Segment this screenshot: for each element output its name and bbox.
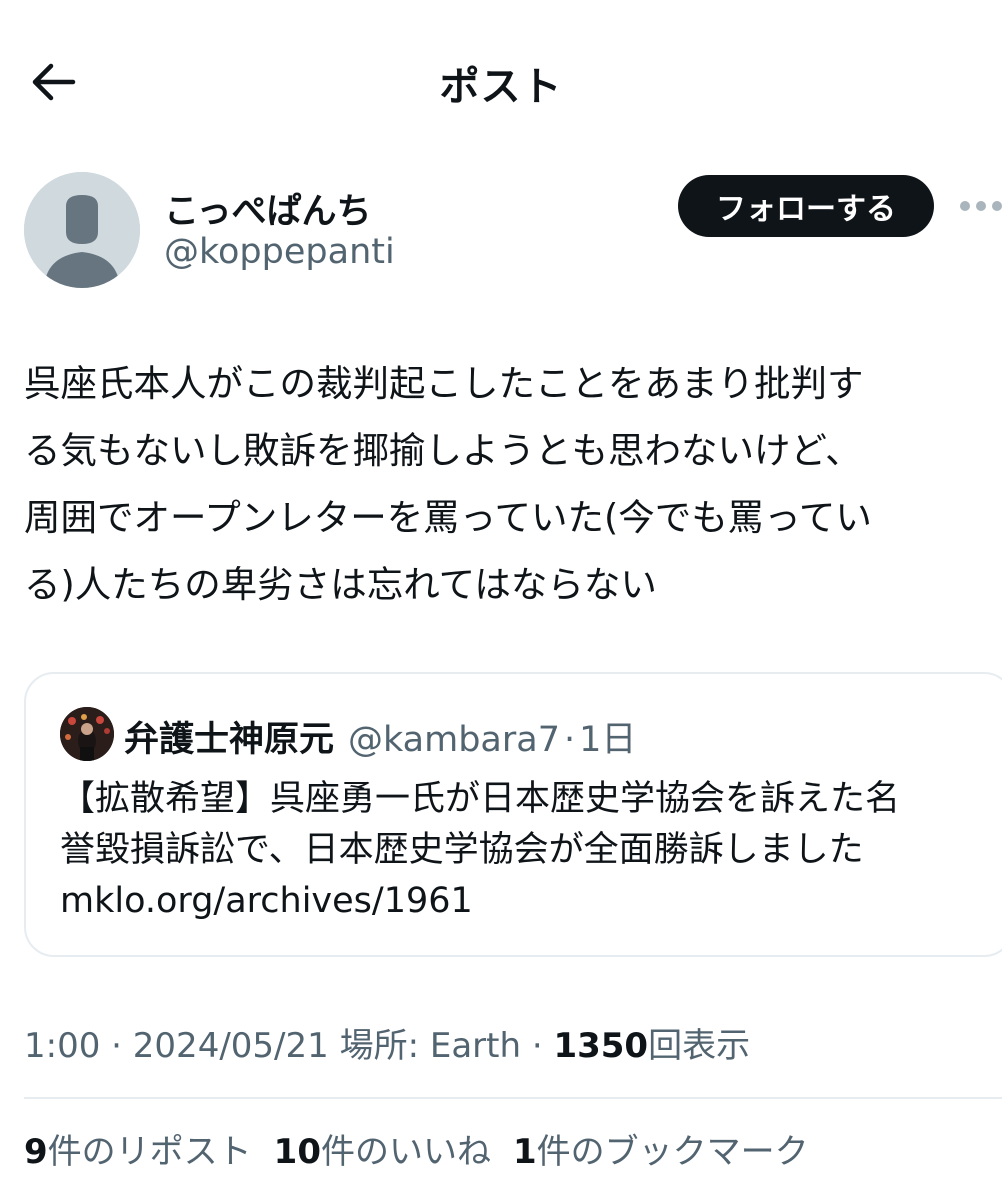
likes-count: 10 <box>273 1132 321 1172</box>
author-handle[interactable]: @koppepanti <box>164 232 395 272</box>
top-bar: ポスト <box>0 0 1002 162</box>
page-title: ポスト <box>439 64 563 110</box>
quote-author-name: 弁護士神原元 <box>124 720 335 760</box>
author-avatar[interactable] <box>24 172 140 288</box>
default-avatar-icon <box>24 172 140 288</box>
views-label: 回表示 <box>648 1026 751 1066</box>
bookmarks-label: 件のブックマーク <box>536 1132 809 1172</box>
likes-label: 件のいいね <box>321 1132 491 1172</box>
quote-header: 弁護士神原元 @kambara7 · 1日 <box>124 711 636 762</box>
divider <box>24 1097 1002 1099</box>
quote-avatar-photo-icon <box>60 707 114 761</box>
quote-author-avatar <box>60 707 114 761</box>
quote-link[interactable]: mklo.org/archives/1961 <box>60 876 473 927</box>
bookmarks-count: 1 <box>513 1132 537 1172</box>
likes-stat[interactable]: 10件のいいね <box>274 1132 491 1172</box>
post-date[interactable]: 2024/05/21 <box>133 1026 329 1066</box>
meta-separator: · <box>100 1026 133 1066</box>
more-dots-icon <box>960 201 970 211</box>
reposts-count: 9 <box>24 1132 48 1172</box>
reposts-label: 件のリポスト <box>47 1132 252 1172</box>
quoted-post-card[interactable]: 弁護士神原元 @kambara7 · 1日 【拡散希望】呉座勇一氏が日本歴史学協会を訴… <box>24 672 1002 957</box>
quote-author-handle: @kambara7 <box>348 720 560 760</box>
post-text: 呉座氏本人がこの裁判起こしたことをあまり批判す る気もないし敗訴を揶揄しようとも… <box>24 362 872 606</box>
views-count: 1350 <box>553 1026 649 1066</box>
quote-timestamp: 1日 <box>579 720 637 760</box>
post-time: 1:00 <box>24 1026 101 1066</box>
more-options-button[interactable] <box>952 190 1002 222</box>
more-dots-icon <box>976 201 986 211</box>
post-meta: 1:00 · 2024/05/21 場所: Earth · 1350回表示 <box>24 1018 750 1067</box>
quote-separator: · <box>563 720 576 760</box>
reposts-stat[interactable]: 9件のリポスト <box>24 1132 252 1172</box>
more-dots-icon <box>992 201 1002 211</box>
author-display-name[interactable]: こっぺぱんち <box>164 183 372 234</box>
engagement-stats: 9件のリポスト 10件のいいね 1件のブックマーク <box>24 1124 831 1173</box>
quote-text: 【拡散希望】呉座勇一氏が日本歴史学協会を訴えた名 誉毀損訴訟で、日本歴史学協会が… <box>60 779 901 870</box>
post-location: 場所: Earth <box>328 1026 522 1066</box>
follow-button[interactable]: フォローする <box>678 175 934 237</box>
bookmarks-stat[interactable]: 1件のブックマーク <box>513 1132 809 1172</box>
meta-separator: · <box>521 1026 554 1066</box>
